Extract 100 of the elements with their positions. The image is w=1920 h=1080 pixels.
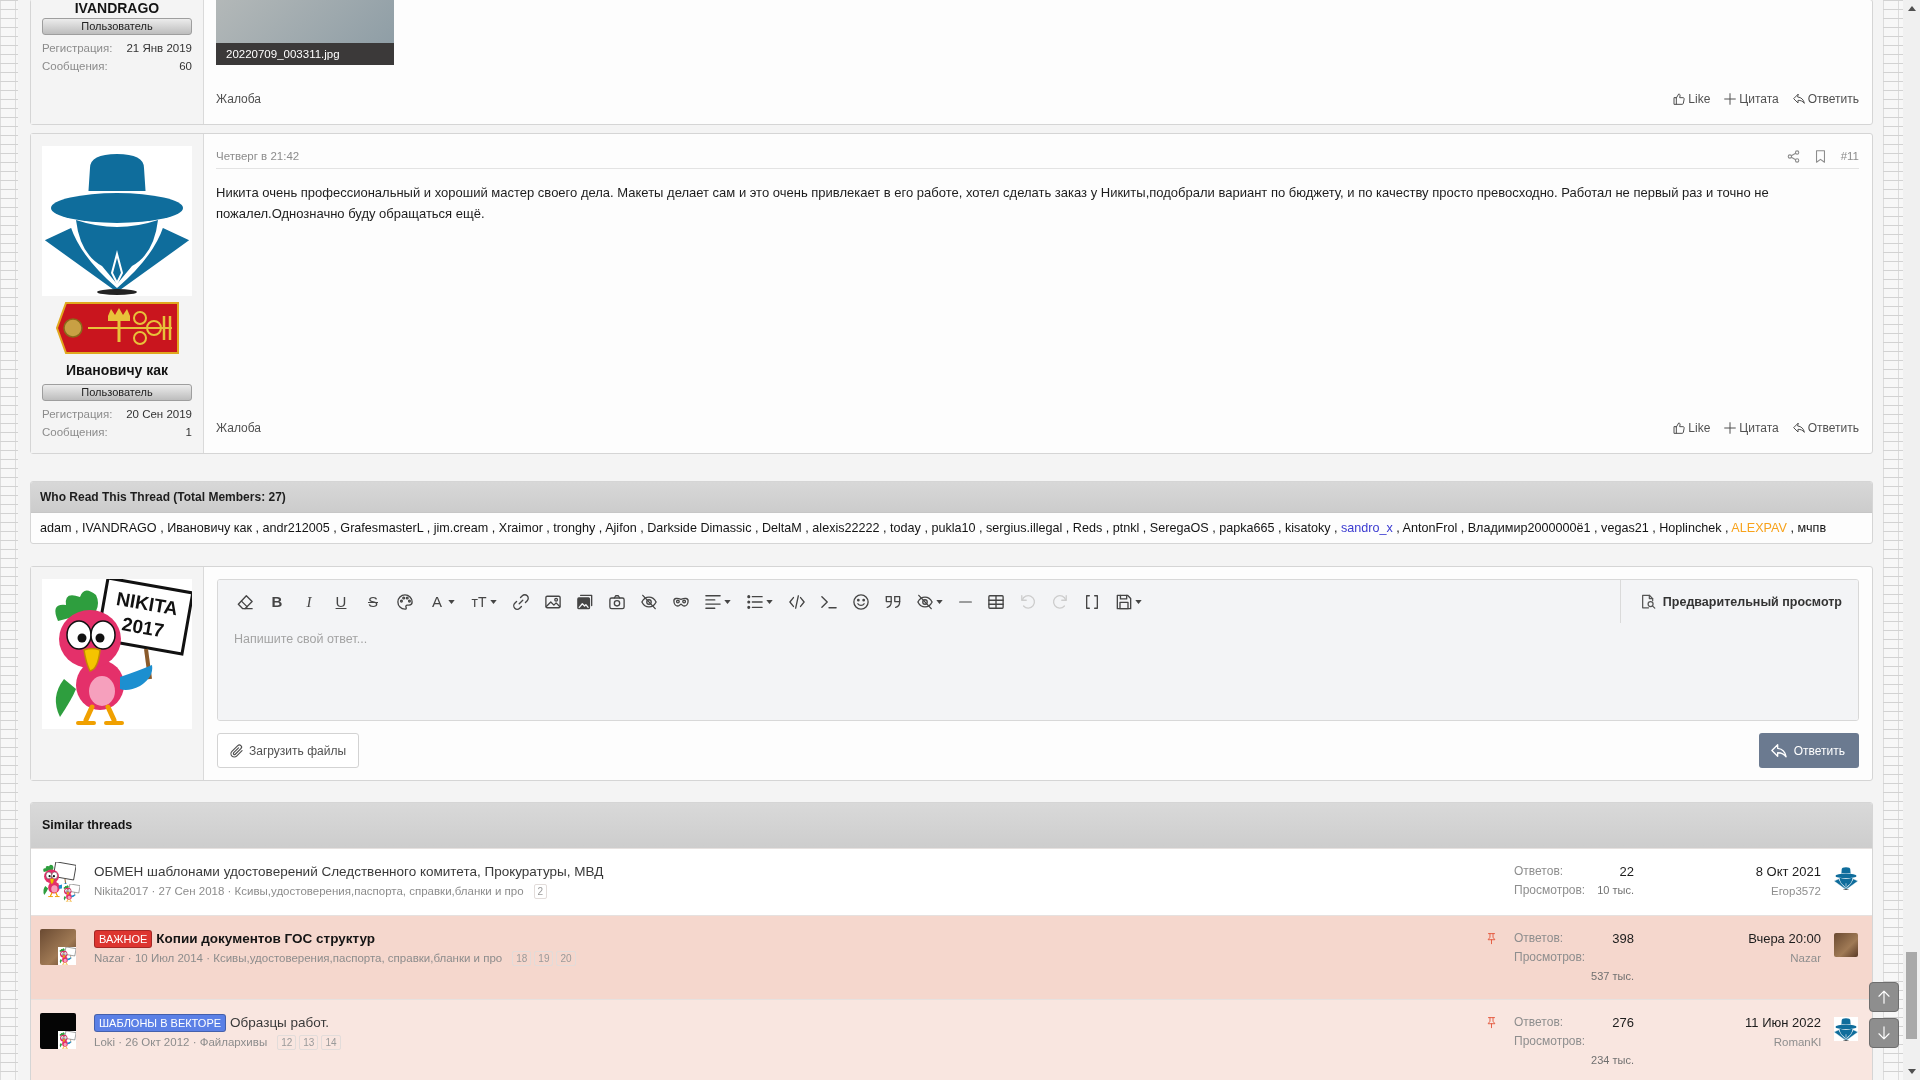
italic-button[interactable]: I: [293, 580, 325, 623]
bookmark-icon[interactable]: [1813, 149, 1827, 163]
quote-button[interactable]: Цитата: [1724, 421, 1779, 435]
views-count: 537 тыс.: [1591, 969, 1634, 984]
stat-value: 20 Сен 2019: [126, 407, 192, 422]
arrow-down-icon: [1877, 1026, 1891, 1040]
member-link[interactable]: Hoplinchek: [1659, 521, 1722, 535]
caret-icon: [766, 599, 773, 604]
caret-icon: [936, 599, 943, 604]
username-link[interactable]: IVANDRAGO: [42, 0, 192, 16]
reply-submit-button[interactable]: Ответить: [1758, 733, 1859, 768]
member-link[interactable]: alexis22222: [812, 521, 880, 535]
pushpin-icon: [1486, 1016, 1497, 1029]
scrollbar[interactable]: [1903, 0, 1920, 1080]
thread-prefix-label[interactable]: ВАЖНОЕ: [94, 930, 153, 948]
hat-figure-avatar-icon[interactable]: [1834, 1017, 1858, 1041]
member-link[interactable]: DeltaM: [761, 521, 802, 535]
photo-placeholder[interactable]: [40, 929, 76, 965]
like-button[interactable]: Like: [1673, 421, 1711, 435]
member-link[interactable]: IVANDRAGO: [82, 521, 157, 535]
thread-row[interactable]: ВАЖНОЕ Копии документов ГОС структур Nazar · 10 Июл 2014 · Ксивы,удостоверения,паспорта, справки,бланки и про 18 19 20 Ответов: 398 Просмотров: 537 тыс. Вчера 20:00 Nazar: [31, 915, 1872, 999]
member-link[interactable]: GrafesmasterL: [340, 521, 424, 535]
report-link[interactable]: Жалоба: [216, 92, 261, 106]
member-link[interactable]: AntonFrol: [1402, 521, 1458, 535]
font-size-button[interactable]: тT: [463, 580, 505, 623]
member-link[interactable]: papka665: [1219, 521, 1275, 535]
who-read-header: Who Read This Thread (Total Members: 27): [31, 482, 1872, 513]
scroll-up-arrow-icon[interactable]: [1907, 6, 1916, 11]
parrot-avatar[interactable]: [42, 579, 192, 729]
parrot-avatar-icon[interactable]: [62, 884, 80, 902]
strikethrough-button[interactable]: S: [357, 580, 389, 623]
document-search-icon: [1640, 594, 1656, 609]
views-label: Просмотров:: [1514, 882, 1586, 899]
member-link[interactable]: Владимир2000000ё1: [1467, 521, 1591, 535]
thread-title-link[interactable]: ОБМЕН шаблонами удостоверений Следственного комитета, Прокуратуры, МВД: [94, 862, 604, 882]
hat-figure-avatar-icon[interactable]: [1834, 866, 1858, 890]
underline-button[interactable]: U: [325, 580, 357, 623]
member-link[interactable]: kisatoky: [1285, 521, 1331, 535]
views-label: Просмотров:: [1514, 1033, 1586, 1050]
scrollbar-thumb[interactable]: [1906, 952, 1917, 1039]
scroll-to-bottom-button[interactable]: [1869, 1018, 1899, 1048]
bold-button[interactable]: B: [261, 580, 293, 623]
reply-button[interactable]: Ответить: [1792, 421, 1859, 435]
parrot-avatar-icon[interactable]: [58, 1031, 76, 1049]
member-link[interactable]: jim.cream: [433, 521, 489, 535]
views-count: 10 тыс.: [1597, 883, 1634, 898]
last-post-date[interactable]: 8 Окт 2021: [1755, 862, 1821, 882]
stat-value: 1: [185, 425, 192, 440]
replies-label: Ответов:: [1514, 863, 1564, 880]
thumbs-up-icon: [1673, 422, 1686, 434]
post-date[interactable]: Четверг в 21:42: [216, 148, 300, 164]
member-link[interactable]: adam: [40, 521, 72, 535]
thumbs-up-icon: [1673, 93, 1686, 105]
last-post-date[interactable]: 11 Июн 2022: [1745, 1013, 1821, 1033]
stat-label: Регистрация:: [42, 41, 113, 56]
member-link[interactable]: sergius.illegal: [986, 521, 1063, 535]
member-link[interactable]: sandro_x: [1341, 521, 1393, 535]
user-role-badge: Пользователь: [42, 384, 192, 401]
attachment-filename[interactable]: 20220709_003311.jpg: [216, 43, 394, 65]
like-button[interactable]: Like: [1673, 92, 1711, 106]
thread-meta: Loki · 26 Окт 2012 · Файлархивы: [94, 1035, 268, 1050]
member-link[interactable]: Reds: [1072, 521, 1103, 535]
plus-icon: [1724, 422, 1737, 434]
member-link[interactable]: Xraimor: [498, 521, 543, 535]
views-count: 234 тыс.: [1591, 1053, 1634, 1068]
thread-title-link[interactable]: Копии документов ГОС структур: [156, 929, 376, 949]
member-link[interactable]: Darkside Dimassic: [647, 521, 752, 535]
photo-placeholder[interactable]: [40, 1013, 76, 1049]
last-post-date[interactable]: Вчера 20:00: [1748, 929, 1821, 949]
username-link[interactable]: Ивановичу как: [42, 362, 192, 378]
report-link[interactable]: Жалоба: [216, 421, 261, 435]
arrow-up-icon: [1877, 990, 1891, 1004]
member-link[interactable]: today: [890, 521, 921, 535]
scroll-to-top-button[interactable]: [1869, 982, 1899, 1012]
thread-row[interactable]: ШАБЛОНЫ В ВЕКТОРЕ Образцы работ. Loki · 26 Окт 2012 · Файлархивы 12 13 14 Ответов: 276 Просмотров: 234 тыс. 11 Июн 2022 RomanKl: [31, 999, 1872, 1080]
quote-button[interactable]: Цитата: [1724, 92, 1779, 106]
thread-title-link[interactable]: Образцы работ.: [230, 1013, 329, 1033]
member-link[interactable]: ptnkl: [1112, 521, 1140, 535]
member-link[interactable]: tronghy: [553, 521, 596, 535]
member-link[interactable]: SeregaOS: [1149, 521, 1209, 535]
reply-text-field[interactable]: Напишите свой ответ...: [218, 623, 1858, 720]
thread-prefix-label[interactable]: ШАБЛОНЫ В ВЕКТОРЕ: [94, 1014, 227, 1032]
thread-meta: Nazar · 10 Июл 2014 · Ксивы,удостоверения,паспорта, справки,бланки и про: [94, 951, 503, 966]
hat-figure-avatar[interactable]: [42, 146, 192, 296]
reply-button[interactable]: Ответить: [1792, 92, 1859, 106]
member-link[interactable]: Ивановичу как: [167, 521, 253, 535]
text-color-button[interactable]: A: [421, 580, 463, 623]
stat-label: Регистрация:: [42, 407, 113, 422]
member-link[interactable]: Ajifon: [605, 521, 637, 535]
stat-label: Сообщения:: [42, 59, 108, 74]
parrot-avatar-icon[interactable]: [58, 947, 76, 965]
member-link[interactable]: vegas21: [1601, 521, 1649, 535]
stat-value: 60: [179, 59, 192, 74]
member-link[interactable]: мчпв: [1797, 521, 1827, 535]
member-link[interactable]: pukla10: [931, 521, 976, 535]
share-icon[interactable]: [1786, 149, 1800, 163]
scroll-down-arrow-icon[interactable]: [1907, 1069, 1916, 1074]
upload-files-button[interactable]: Загрузить файлы: [217, 733, 359, 768]
plus-icon: [1724, 93, 1737, 105]
member-link[interactable]: andr212005: [262, 521, 330, 535]
